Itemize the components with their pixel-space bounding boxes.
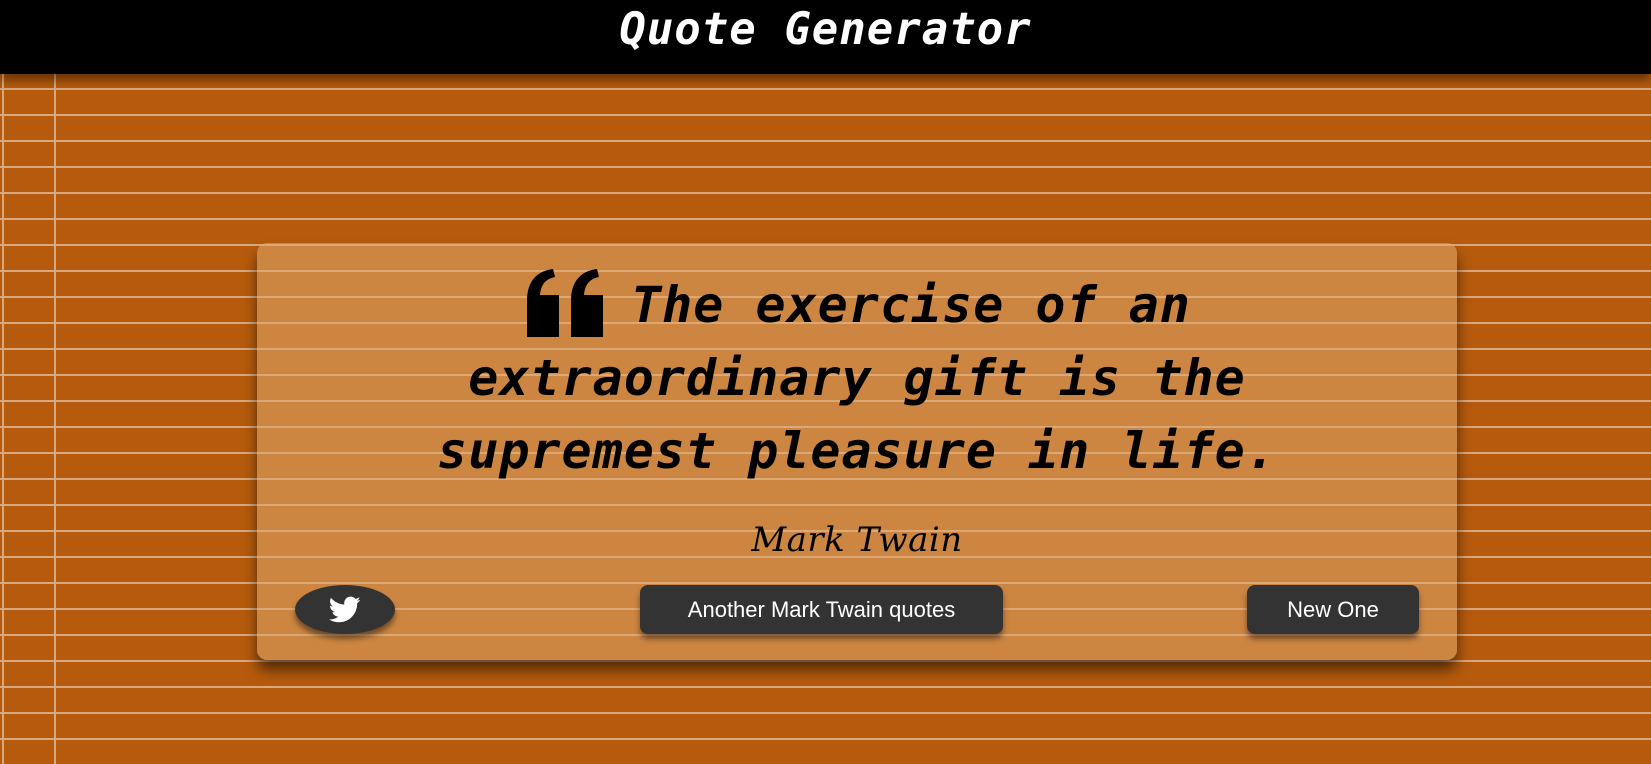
author-quotes-button[interactable]: Another Mark Twain quotes (640, 585, 1003, 634)
page-title: Quote Generator (619, 3, 1032, 55)
new-quote-button[interactable]: New One (1247, 585, 1419, 634)
quote-author: Mark Twain (751, 520, 963, 560)
page-header: Quote Generator (0, 0, 1651, 74)
tweet-button[interactable] (295, 585, 395, 634)
quote-card: The exercise of an extraordinary gift is… (257, 243, 1457, 660)
twitter-icon (329, 596, 361, 622)
quote-left-icon (523, 267, 607, 339)
quote-block: The exercise of an extraordinary gift is… (397, 269, 1317, 488)
